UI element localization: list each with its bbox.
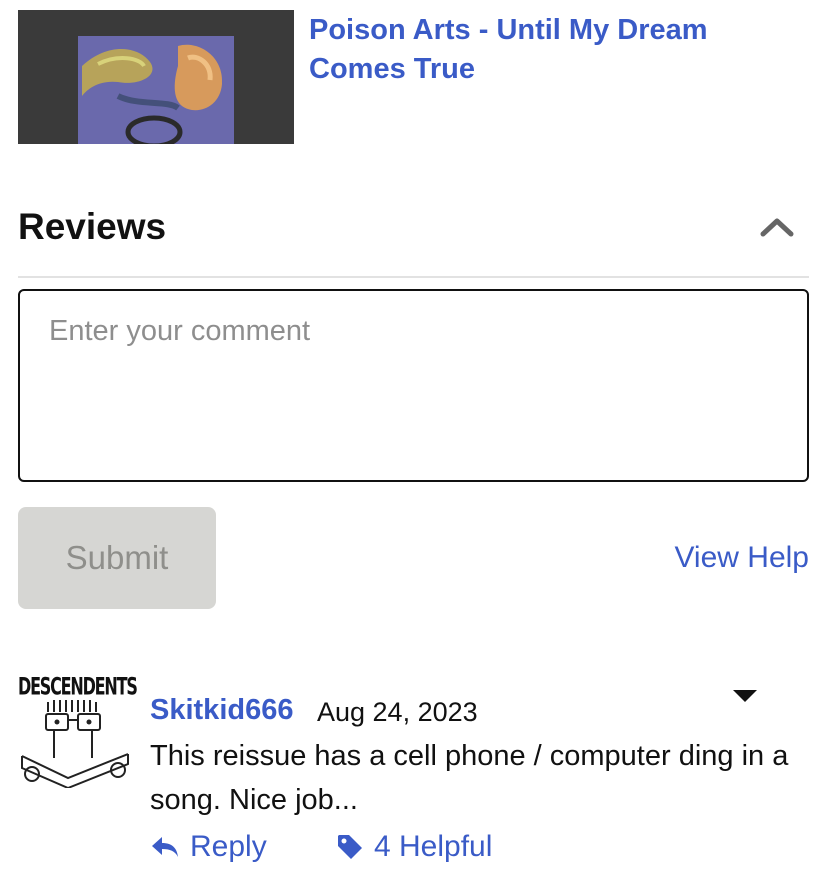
reply-button[interactable]: Reply (150, 830, 267, 864)
helpful-label: 4 Helpful (374, 830, 493, 863)
reply-label: Reply (190, 830, 267, 863)
release-header: Poison Arts - Until My Dream Comes True (18, 10, 818, 144)
album-cover-art (78, 36, 234, 144)
review-item: DESCENDENTS Skitkid666 Aug 24, 2023 This (18, 672, 818, 872)
tag-icon (338, 835, 362, 859)
chevron-up-icon[interactable] (757, 212, 797, 242)
avatar-band-text: DESCENDENTS (18, 672, 138, 701)
view-help-link[interactable]: View Help (674, 541, 809, 575)
review-username-link[interactable]: Skitkid666 (150, 694, 293, 727)
album-cover-image[interactable] (18, 10, 294, 144)
submit-button[interactable]: Submit (18, 507, 216, 609)
release-title-link[interactable]: Poison Arts - Until My Dream Comes True (309, 11, 769, 89)
review-date: Aug 24, 2023 (317, 697, 478, 727)
comment-input[interactable] (18, 289, 809, 482)
reviews-section-header: Reviews (18, 200, 809, 278)
reviews-heading: Reviews (18, 206, 167, 247)
helpful-button[interactable]: 4 Helpful (336, 830, 492, 864)
reply-arrow-icon (152, 837, 178, 857)
user-avatar-image[interactable]: DESCENDENTS (18, 672, 138, 788)
caret-down-icon[interactable] (732, 688, 758, 704)
review-text: This reissue has a cell phone / computer… (150, 740, 789, 816)
avatar-illustration (21, 700, 129, 788)
